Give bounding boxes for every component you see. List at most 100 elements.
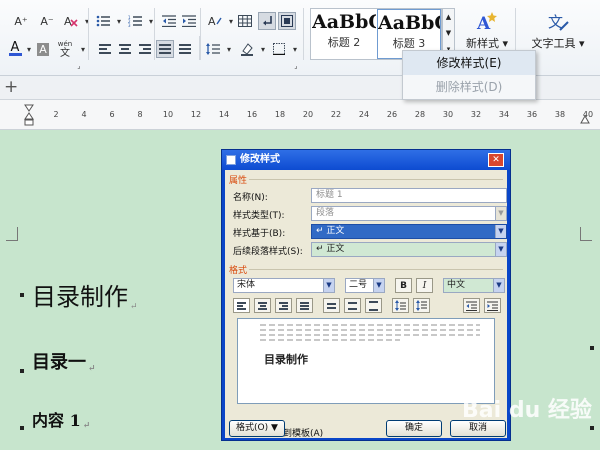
space-after-icon[interactable]	[413, 298, 430, 313]
format-section-title: 格式	[229, 266, 248, 276]
highlight-button[interactable]: A	[34, 40, 52, 58]
preview-ghost-line	[260, 339, 400, 341]
shrink-font-button[interactable]: A⁻	[38, 12, 56, 30]
dialog-title-bar[interactable]: 修改样式 ✕	[222, 150, 510, 170]
right-indent-marker-icon[interactable]	[580, 114, 590, 127]
script-value: 中文	[447, 280, 466, 290]
italic-button[interactable]: I	[416, 278, 433, 293]
ruler-tick-label: 32	[470, 110, 482, 119]
decrease-indent-icon[interactable]	[463, 298, 480, 313]
chevron-up-icon[interactable]: ▲	[443, 9, 454, 25]
double-spacing-icon[interactable]	[365, 298, 382, 313]
new-style-label: 新样式	[466, 37, 499, 50]
format-menu-button[interactable]: 格式(O) ▼	[229, 420, 285, 437]
align-left-icon[interactable]	[96, 40, 114, 58]
style-preview: AaBbC	[312, 11, 376, 33]
name-label: 名称(N):	[233, 193, 268, 203]
based-on-value: ↵ 正文	[316, 226, 345, 236]
chevron-down-icon[interactable]: ▼	[443, 25, 454, 41]
grow-font-button[interactable]: A⁺	[12, 12, 30, 30]
ok-button[interactable]: 确定	[386, 420, 442, 437]
close-icon[interactable]: ✕	[488, 153, 504, 167]
table-icon[interactable]	[236, 12, 254, 30]
menu-item-delete-style[interactable]: 删除样式(D)	[403, 75, 535, 99]
following-style-select[interactable]: ↵ 正文 ▼	[311, 242, 507, 257]
dialog-title: 修改样式	[240, 154, 280, 165]
single-spacing-icon[interactable]	[323, 298, 340, 313]
increase-indent-icon[interactable]	[180, 12, 198, 30]
ruler-tick-label: 26	[386, 110, 398, 119]
doc-line-text: 目录制作	[32, 283, 128, 311]
menu-item-modify-style[interactable]: 修改样式(E)	[403, 51, 535, 75]
group-divider	[199, 36, 200, 60]
properties-section-title: 属性	[229, 176, 248, 186]
new-style-icon: A	[476, 12, 497, 34]
indent-marker-icon[interactable]	[24, 104, 34, 129]
ruler-tick-label: 10	[162, 110, 174, 119]
numbered-list-dropdown-icon[interactable]: ▾	[142, 12, 160, 30]
return-mark: ↵	[82, 421, 91, 431]
margin-corner	[580, 227, 592, 241]
chevron-down-icon: ▼	[495, 207, 506, 220]
add-tab-button[interactable]: +	[4, 77, 18, 97]
align-center-icon[interactable]	[254, 298, 271, 313]
preview-ghost-line	[260, 324, 480, 326]
phonetic-bottom: 文	[60, 48, 70, 59]
font-group-launcher-icon[interactable]: ⌟	[75, 62, 83, 70]
ruler-tick-label: 14	[218, 110, 230, 119]
style-type-select[interactable]: 段落 ▼	[311, 206, 507, 221]
paragraph-layout-icon[interactable]	[278, 12, 296, 30]
ruler-tick-label: 18	[274, 110, 286, 119]
line-spacing-dropdown-icon[interactable]: ▾	[220, 40, 238, 58]
align-left-icon[interactable]	[233, 298, 250, 313]
style-type-value: 段落	[316, 208, 335, 218]
chevron-down-icon: ▼	[323, 279, 334, 292]
font-color-letter: A	[10, 40, 20, 55]
highlight-letter: A	[37, 42, 49, 56]
align-center-icon[interactable]	[116, 40, 134, 58]
chevron-down-icon: ▼	[493, 279, 504, 292]
following-style-value: ↵ 正文	[316, 244, 345, 254]
align-right-icon[interactable]	[136, 40, 154, 58]
preview-ghost-line	[260, 329, 480, 331]
bold-button[interactable]: B	[395, 278, 412, 293]
font-name-select[interactable]: 宋体 ▼	[233, 278, 335, 293]
name-field[interactable]: 标题 1	[311, 188, 507, 203]
doc-content-line[interactable]: 内容 1 ↵	[32, 407, 90, 431]
doc-line-text: 内容 1	[32, 411, 81, 430]
style-context-menu: 修改样式(E) 删除样式(D)	[402, 50, 536, 100]
horizontal-ruler[interactable]: 2 4 6 8 10 12 14 16 18 20 22 24 26 28 30 32 34 36 38 40	[0, 100, 600, 130]
ruler-tick-label: 4	[81, 110, 87, 119]
font-size-select[interactable]: 二号 ▼	[345, 278, 385, 293]
phonetic-guide-button[interactable]: wén 文	[54, 38, 76, 60]
phonetic-dropdown-icon[interactable]: ▾	[74, 40, 92, 58]
svg-text:3: 3	[128, 23, 131, 27]
space-before-icon[interactable]	[392, 298, 409, 313]
ruler-tick-label: 24	[358, 110, 370, 119]
decrease-indent-icon[interactable]	[160, 12, 178, 30]
border-dropdown-icon[interactable]: ▾	[286, 40, 304, 58]
group-divider	[200, 8, 201, 60]
group-divider	[303, 8, 304, 60]
doc-heading-line[interactable]: 目录一 ↵	[32, 348, 96, 374]
align-right-icon[interactable]	[275, 298, 292, 313]
based-on-select[interactable]: ↵ 正文 ▼	[311, 224, 507, 239]
distributed-align-icon[interactable]	[176, 40, 194, 58]
one-half-spacing-icon[interactable]	[344, 298, 361, 313]
show-marks-icon[interactable]	[258, 12, 276, 30]
ruler-tick-label: 30	[442, 110, 454, 119]
group-divider	[154, 8, 155, 60]
svg-text:A: A	[208, 15, 216, 28]
ruler-tick-label: 38	[554, 110, 566, 119]
watermark-text: Bai du 经验	[462, 398, 592, 423]
justify-icon[interactable]	[296, 298, 313, 313]
chevron-down-icon: ▼	[495, 225, 506, 238]
doc-title-line[interactable]: 目录制作 ↵	[32, 277, 138, 312]
justify-icon[interactable]	[156, 40, 174, 58]
script-select[interactable]: 中文 ▼	[443, 278, 505, 293]
paragraph-group-launcher-icon[interactable]: ⌟	[292, 62, 300, 70]
increase-indent-icon[interactable]	[484, 298, 501, 313]
ruler-tick-label: 22	[330, 110, 342, 119]
ruler-tick-label: 28	[414, 110, 426, 119]
style-heading-2[interactable]: AaBbC 标题 2	[312, 9, 376, 59]
